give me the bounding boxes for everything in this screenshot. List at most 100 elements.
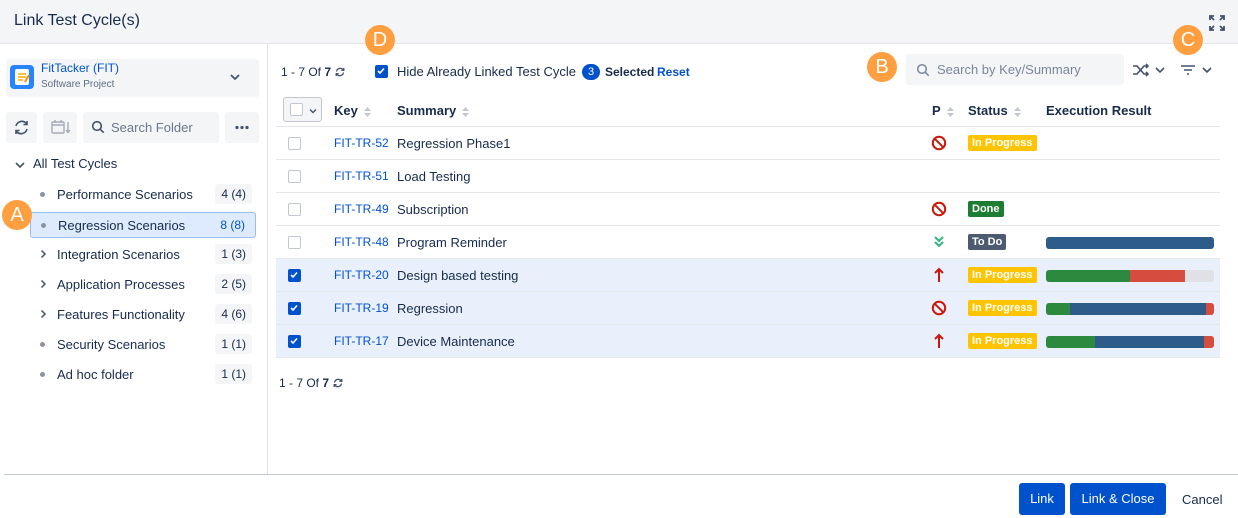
more-icon	[235, 125, 249, 130]
table-row[interactable]: FIT-TR-19 Regression In Progress	[276, 291, 1220, 324]
row-checkbox[interactable]	[288, 302, 301, 315]
shuffle-menu-button[interactable]	[1130, 60, 1166, 80]
execution-segment-fail	[1205, 303, 1214, 315]
tree-item[interactable]: Integration Scenarios 1 (3)	[30, 242, 256, 268]
table-row[interactable]: FIT-TR-49 Subscription Done	[276, 192, 1220, 225]
highest-icon	[931, 333, 947, 349]
execution-segment-unexecuted	[1094, 336, 1204, 348]
tree-item[interactable]: Application Processes 2 (5)	[30, 272, 256, 298]
cancel-button[interactable]: Cancel	[1182, 492, 1222, 507]
execution-segment-pass	[1046, 336, 1095, 348]
tree-item-label: Features Functionality	[57, 307, 185, 322]
row-key-link[interactable]: FIT-TR-49	[334, 202, 389, 216]
execution-segment-pass	[1046, 270, 1130, 282]
table-row[interactable]: FIT-TR-17 Device Maintenance In Progress	[276, 324, 1220, 357]
column-summary[interactable]: Summary	[397, 103, 470, 118]
chevron-down-icon[interactable]	[228, 70, 242, 84]
refresh-icon	[15, 120, 28, 135]
tree-item-label: Ad hoc folder	[57, 367, 134, 382]
search-folder-input[interactable]: Search Folder	[83, 112, 219, 143]
callout-c: C	[1173, 25, 1203, 55]
filter-icon	[1181, 65, 1212, 75]
chevron-right-icon[interactable]	[38, 249, 48, 259]
hide-linked-checkbox[interactable]	[375, 65, 388, 78]
select-all-checkbox[interactable]	[290, 103, 303, 116]
tree-item[interactable]: Regression Scenarios 8 (8)	[30, 212, 256, 238]
tree-item[interactable]: Security Scenarios 1 (1)	[30, 332, 256, 358]
hide-linked-label: Hide Already Linked Test Cycle	[397, 64, 576, 79]
folder-panel: FitTacker (FIT) Software Project Search …	[0, 44, 268, 474]
tree-item[interactable]: Ad hoc folder 1 (1)	[30, 362, 256, 388]
bullet-icon	[41, 223, 46, 228]
more-options-button[interactable]	[225, 112, 259, 143]
table-row[interactable]: FIT-TR-48 Program Reminder To Do	[276, 225, 1220, 258]
selected-count-badge: 3	[582, 64, 600, 80]
link-button[interactable]: Link	[1019, 483, 1065, 515]
row-checkbox[interactable]	[288, 335, 301, 348]
row-checkbox[interactable]	[288, 170, 301, 183]
chevron-right-icon[interactable]	[38, 279, 48, 289]
dialog-title: Link Test Cycle(s)	[14, 12, 140, 29]
status-badge: In Progress	[968, 267, 1037, 283]
status-badge: In Progress	[968, 300, 1037, 316]
execution-result-bar	[1046, 237, 1214, 249]
tree-item-label: Regression Scenarios	[58, 218, 186, 233]
select-all-dropdown[interactable]	[283, 97, 322, 122]
project-icon	[10, 65, 34, 89]
row-checkbox[interactable]	[288, 203, 301, 216]
row-key-link[interactable]: FIT-TR-51	[334, 169, 389, 183]
table-row[interactable]: FIT-TR-20 Design based testing In Progress	[276, 258, 1220, 291]
chevron-down-icon	[15, 162, 25, 169]
tree-item-label: Performance Scenarios	[57, 187, 193, 202]
calendar-sort-icon	[51, 120, 71, 134]
search-folder-placeholder: Search Folder	[111, 120, 193, 135]
row-summary: Program Reminder	[397, 235, 507, 250]
execution-segment-remaining	[1185, 270, 1214, 282]
row-checkbox[interactable]	[288, 137, 301, 150]
table-row[interactable]: FIT-TR-52 Regression Phase1 In Progress	[276, 126, 1220, 159]
search-input[interactable]: Search by Key/Summary	[906, 54, 1124, 85]
lowest-icon	[931, 234, 947, 250]
sort-icon	[462, 106, 470, 117]
project-selector[interactable]: FitTacker (FIT) Software Project	[6, 59, 259, 97]
refresh-icon[interactable]	[332, 377, 344, 389]
tree-item-count: 8 (8)	[220, 218, 245, 232]
row-summary: Device Maintenance	[397, 334, 515, 349]
row-checkbox[interactable]	[288, 269, 301, 282]
tree-item[interactable]: Performance Scenarios 4 (4)	[30, 182, 256, 208]
sort-by-date-button[interactable]	[43, 112, 77, 143]
tree-item[interactable]: Features Functionality 4 (6)	[30, 302, 256, 328]
column-priority[interactable]: P	[932, 103, 955, 118]
tree-root[interactable]: All Test Cycles	[14, 156, 254, 176]
row-key-link[interactable]: FIT-TR-17	[334, 334, 389, 348]
chevron-right-icon[interactable]	[38, 309, 48, 319]
column-key[interactable]: Key	[334, 103, 372, 118]
status-badge: In Progress	[968, 135, 1037, 151]
callout-a: A	[2, 200, 32, 230]
execution-segment-fail	[1203, 336, 1214, 348]
row-key-link[interactable]: FIT-TR-20	[334, 268, 389, 282]
tree-item-label: Security Scenarios	[57, 337, 166, 352]
pagination-bottom: 1 - 7 Of 7	[279, 376, 344, 390]
callout-b: B	[867, 52, 897, 82]
expand-icon[interactable]	[1206, 12, 1228, 34]
filter-menu-button[interactable]	[1179, 60, 1215, 80]
tree-item-count: 4 (4)	[215, 184, 252, 204]
column-status[interactable]: Status	[968, 103, 1022, 118]
row-key-link[interactable]: FIT-TR-48	[334, 235, 389, 249]
reset-link[interactable]: Reset	[657, 65, 690, 79]
execution-result-bar	[1046, 303, 1214, 315]
bullet-icon	[40, 372, 45, 377]
refresh-button[interactable]	[6, 112, 37, 143]
bullet-icon	[40, 342, 45, 347]
refresh-icon[interactable]	[334, 66, 346, 78]
table-row[interactable]: FIT-TR-51 Load Testing	[276, 159, 1220, 192]
blocker-icon	[931, 300, 947, 316]
selected-label: Selected	[605, 65, 655, 79]
search-icon	[91, 120, 105, 134]
row-key-link[interactable]: FIT-TR-52	[334, 136, 389, 150]
link-and-close-button[interactable]: Link & Close	[1070, 483, 1166, 515]
row-checkbox[interactable]	[288, 236, 301, 249]
tree-item-count: 2 (5)	[215, 274, 252, 294]
row-key-link[interactable]: FIT-TR-19	[334, 301, 389, 315]
